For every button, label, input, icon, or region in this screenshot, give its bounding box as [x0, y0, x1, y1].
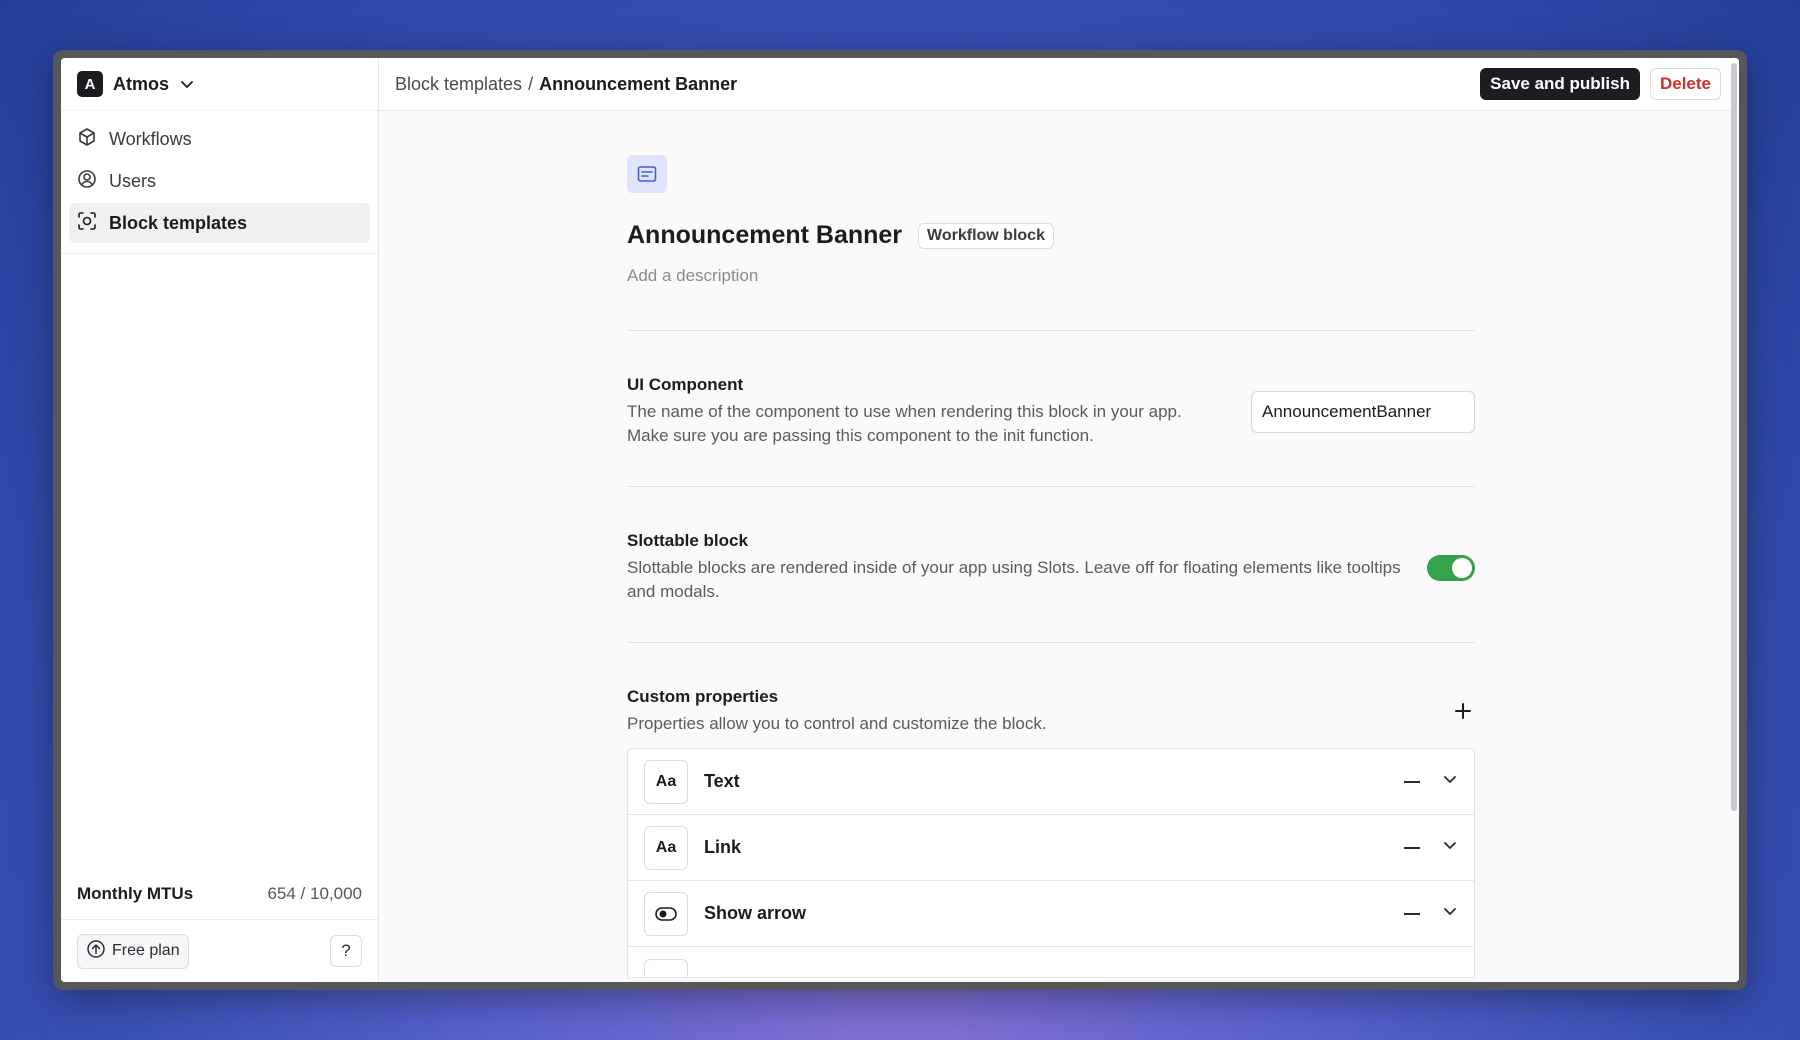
remove-property-button[interactable]: [1404, 846, 1420, 849]
text-type-icon: Aa: [644, 759, 688, 804]
text-type-icon: Aa: [644, 825, 688, 870]
title-row: Announcement Banner Workflow block: [627, 221, 1475, 250]
add-property-button[interactable]: [1451, 700, 1475, 724]
help-button[interactable]: ?: [330, 935, 362, 967]
sidebar-item-label: Block templates: [109, 212, 248, 233]
ui-component-title: UI Component: [627, 375, 744, 394]
slottable-description: Slottable blocks are rendered inside of …: [627, 558, 1401, 601]
org-name: Atmos: [113, 73, 170, 94]
custom-properties-description: Properties allow you to control and cust…: [627, 714, 1047, 733]
custom-properties-text: Custom properties Properties allow you t…: [627, 687, 1047, 736]
property-type-icon: [644, 959, 688, 977]
sidebar-item-label: Workflows: [109, 128, 192, 149]
delete-button[interactable]: Delete: [1649, 68, 1721, 100]
expand-property-button[interactable]: [1442, 837, 1458, 858]
slottable-text: Slottable block Slottable blocks are ren…: [627, 531, 1407, 604]
breadcrumb-current: Announcement Banner: [539, 73, 738, 94]
remove-property-button[interactable]: [1404, 780, 1420, 783]
mtu-value: 654 / 10,000: [267, 883, 362, 903]
chevron-down-icon: [1444, 842, 1456, 849]
top-bar: Block templates / Announcement Banner Sa…: [379, 58, 1739, 111]
block-template-icon: [77, 211, 97, 236]
property-actions: [1404, 903, 1458, 924]
sidebar-item-block-templates[interactable]: Block templates: [69, 203, 370, 243]
property-row-show-arrow[interactable]: Show arrow: [628, 881, 1474, 947]
expand-property-button[interactable]: [1442, 771, 1458, 792]
minus-icon: [1404, 780, 1420, 783]
ui-component-text: UI Component The name of the component t…: [627, 375, 1227, 448]
slottable-section: Slottable block Slottable blocks are ren…: [627, 487, 1475, 642]
mtu-label: Monthly MTUs: [77, 883, 194, 903]
chevron-down-icon: [179, 76, 195, 92]
banner-icon: [627, 155, 667, 193]
custom-properties-header: Custom properties Properties allow you t…: [627, 643, 1475, 748]
custom-properties-list: Aa Text Aa Link Show arrow: [627, 748, 1475, 978]
property-row-text[interactable]: Aa Text: [628, 749, 1474, 815]
slottable-title: Slottable block: [627, 531, 748, 550]
page-title[interactable]: Announcement Banner: [627, 221, 902, 250]
property-actions: [1404, 837, 1458, 858]
ui-component-section: UI Component The name of the component t…: [627, 331, 1475, 486]
property-name: Show arrow: [704, 903, 807, 923]
minus-icon: [1404, 912, 1420, 915]
app-window: A Atmos Workflows Users Block templates …: [53, 50, 1747, 990]
sidebar: A Atmos Workflows Users Block templates …: [61, 58, 379, 982]
app-shell: A Atmos Workflows Users Block templates …: [61, 58, 1739, 982]
sidebar-item-label: Users: [109, 170, 157, 191]
plus-icon: [1455, 702, 1471, 719]
upgrade-arrow-icon: [86, 939, 106, 964]
cube-icon: [77, 127, 97, 152]
property-row-partial: [628, 947, 1474, 977]
block-type-badge: Workflow block: [918, 222, 1054, 249]
sidebar-item-workflows[interactable]: Workflows: [69, 119, 370, 159]
property-name: Link: [704, 837, 742, 857]
chevron-down-icon: [1444, 776, 1456, 783]
ui-component-input[interactable]: [1251, 390, 1475, 433]
custom-properties-title: Custom properties: [627, 687, 779, 706]
slottable-toggle[interactable]: [1427, 554, 1475, 581]
free-plan-button[interactable]: Free plan: [77, 933, 189, 969]
org-switcher[interactable]: A Atmos: [61, 58, 378, 111]
header-actions: Save and publish Delete: [1480, 68, 1721, 100]
org-avatar: A: [77, 71, 103, 97]
breadcrumb: Block templates / Announcement Banner: [395, 74, 737, 95]
breadcrumb-separator: /: [528, 73, 534, 94]
main-panel: Block templates / Announcement Banner Sa…: [379, 58, 1739, 982]
sidebar-nav: Workflows Users Block templates: [61, 111, 378, 254]
chevron-down-icon: [1444, 908, 1456, 915]
sidebar-footer: Free plan ?: [61, 920, 378, 982]
block-editor: Announcement Banner Workflow block Add a…: [627, 155, 1475, 978]
ui-component-description: The name of the component to use when re…: [627, 402, 1182, 445]
remove-property-button[interactable]: [1404, 912, 1420, 915]
property-actions: [1404, 771, 1458, 792]
user-circle-icon: [77, 169, 97, 194]
breadcrumb-parent[interactable]: Block templates: [395, 74, 522, 95]
toggle-type-icon: [644, 891, 688, 936]
description-field[interactable]: Add a description: [627, 266, 1475, 286]
property-name: Text: [704, 771, 740, 791]
scrollbar[interactable]: [1731, 63, 1737, 811]
expand-property-button[interactable]: [1442, 903, 1458, 924]
minus-icon: [1404, 846, 1420, 849]
sidebar-item-users[interactable]: Users: [69, 161, 370, 201]
toggle-knob: [1452, 557, 1472, 578]
save-and-publish-button[interactable]: Save and publish: [1480, 68, 1640, 100]
plan-label: Free plan: [112, 942, 180, 959]
mtu-usage: Monthly MTUs 654 / 10,000: [61, 868, 378, 920]
property-row-link[interactable]: Aa Link: [628, 815, 1474, 881]
